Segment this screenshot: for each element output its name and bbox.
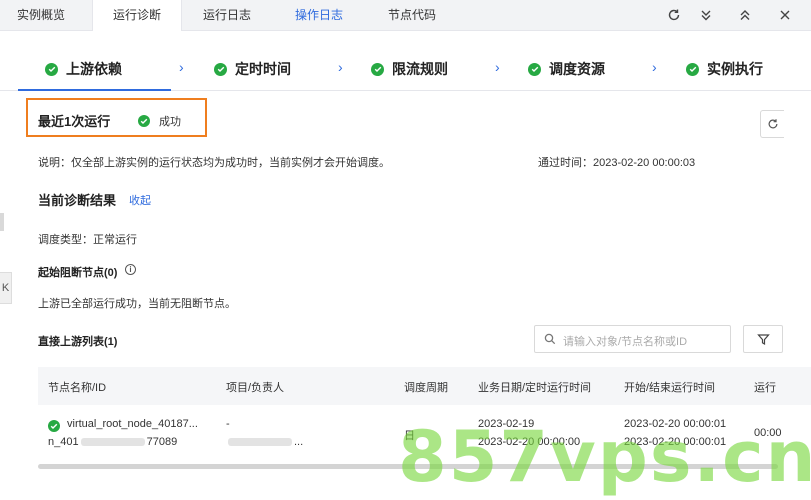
info-icon[interactable]: i (125, 264, 136, 275)
tab-run-log[interactable]: 运行日志 (203, 0, 251, 31)
description-text: 说明：仅全部上游实例的运行状态均为成功时，当前实例才会开始调度。 (38, 157, 390, 169)
node-id: n_401 77089 (48, 436, 178, 448)
check-circle-icon (45, 62, 58, 76)
check-circle-icon (686, 62, 699, 76)
redacted-text (80, 438, 145, 447)
upstream-list-title: 直接上游列表(1) (38, 336, 118, 348)
chevron-right-icon: › (652, 59, 657, 75)
step-label: 调度资源 (549, 61, 605, 77)
filter-icon (756, 333, 770, 345)
pass-time: 通过时间：2023-02-20 00:00:03 (538, 157, 696, 169)
step-schedule-resource[interactable]: 调度资源 (528, 59, 605, 79)
table-header: 节点名称/ID 项目/负责人 调度周期 业务日期/定时运行时间 开始/结束运行时… (38, 367, 811, 405)
blocking-node-title: 起始阻断节点(0) (38, 267, 118, 279)
diagnosis-steps: 上游依赖 › 定时时间 › 限流规则 › 调度资源 › 实例执行 (0, 31, 811, 91)
tab-operation-log[interactable]: 操作日志 (295, 0, 343, 31)
search-input[interactable]: 请输入对象/节点名称或ID (534, 325, 731, 353)
collapse-link[interactable]: 收起 (129, 192, 151, 208)
chevron-right-icon: › (338, 59, 343, 75)
side-collapse-tab[interactable]: K (0, 272, 12, 304)
blocking-node-text: 上游已全部运行成功，当前无阻断节点。 (38, 298, 236, 310)
step-label: 定时时间 (235, 61, 291, 77)
latest-run-box: 最近1次运行 成功 (26, 98, 207, 137)
refresh-icon (768, 119, 777, 129)
step-upstream-dependency[interactable]: 上游依赖 (45, 59, 122, 79)
tab-node-code[interactable]: 节点代码 (388, 0, 436, 31)
step-label: 限流规则 (392, 61, 448, 77)
step-instance-execution[interactable]: 实例执行 (686, 59, 763, 79)
watermark: 857vps.cn (398, 416, 811, 498)
col-node-name: 节点名称/ID (48, 382, 107, 394)
refresh-diagnosis-button[interactable] (760, 110, 784, 138)
tab-instance-overview[interactable]: 实例概览 (17, 0, 65, 31)
col-biz-date: 业务日期/定时运行时间 (478, 382, 592, 394)
search-icon (544, 333, 556, 345)
node-name-link[interactable]: virtual_root_node_40187... (67, 418, 198, 430)
check-circle-icon (214, 62, 227, 76)
top-tab-bar: 实例概览 运行诊断 运行日志 操作日志 节点代码 (0, 0, 811, 32)
expand-up-icon[interactable] (733, 4, 757, 26)
col-schedule-period: 调度周期 (404, 382, 448, 394)
project-name: - (226, 418, 230, 430)
col-run: 运行 (754, 382, 776, 394)
step-label: 上游依赖 (66, 61, 122, 77)
tab-run-diagnosis[interactable]: 运行诊断 (92, 0, 182, 32)
filter-button[interactable] (743, 325, 783, 353)
status-badge: 成功 (138, 113, 181, 129)
close-icon[interactable] (773, 4, 797, 26)
refresh-icon[interactable] (662, 4, 686, 26)
step-schedule-time[interactable]: 定时时间 (214, 59, 291, 79)
side-indicator (0, 213, 4, 231)
collapse-down-icon[interactable] (694, 4, 718, 26)
redacted-text (228, 438, 292, 447)
check-circle-icon (48, 420, 60, 432)
latest-run-title: 最近1次运行 (38, 114, 111, 129)
col-project-owner: 项目/负责人 (226, 382, 285, 394)
col-start-end-time: 开始/结束运行时间 (624, 382, 716, 394)
diagnosis-result-title: 当前诊断结果 (38, 193, 117, 208)
step-label: 实例执行 (707, 61, 763, 77)
check-circle-icon (371, 62, 384, 76)
active-step-indicator (18, 89, 171, 91)
step-rate-limit[interactable]: 限流规则 (371, 59, 448, 79)
chevron-right-icon: › (179, 59, 184, 75)
check-circle-icon (528, 62, 541, 76)
diagnosis-panel: 实例概览 运行诊断 运行日志 操作日志 节点代码 上游依赖 › 定时时间 › 限… (0, 0, 811, 500)
search-placeholder: 请输入对象/节点名称或ID (563, 336, 688, 348)
status-text: 成功 (159, 116, 181, 128)
check-circle-icon (138, 115, 150, 127)
owner-name: ... (226, 436, 303, 448)
chevron-right-icon: › (495, 59, 500, 75)
schedule-type: 调度类型：正常运行 (38, 234, 137, 246)
